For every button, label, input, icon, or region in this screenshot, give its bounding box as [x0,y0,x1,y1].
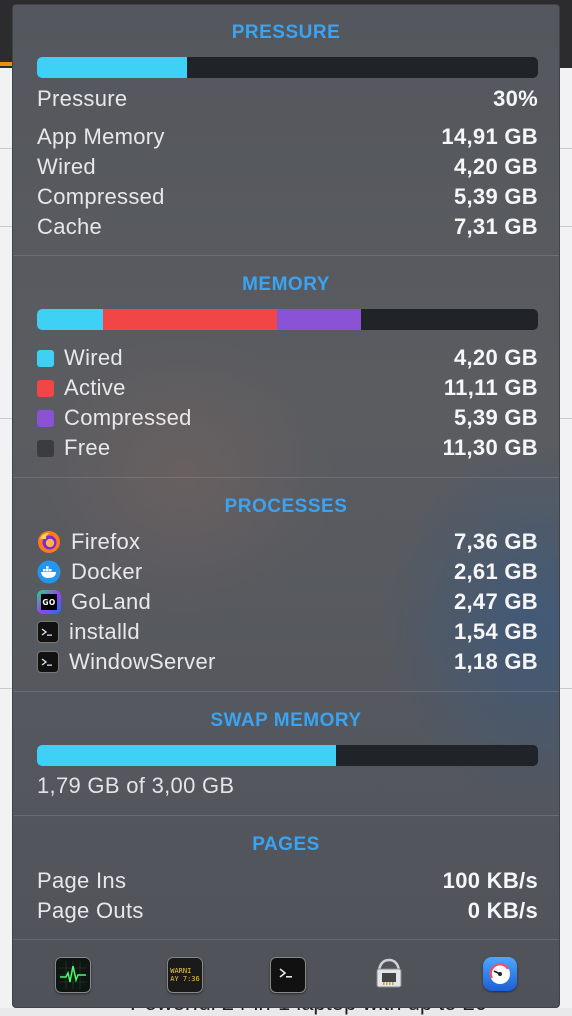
page-outs-value: 0 KB/s [467,898,538,923]
memory-active-label: Active [64,375,126,400]
terminal-icon[interactable] [270,957,306,993]
memory-free-row: Free 11,30 GB [37,433,538,463]
processes-section-title: PROCESSES [224,496,348,517]
swap-section-title: SWAP MEMORY [210,710,362,731]
memory-wired-value: 4,20 GB [453,345,538,370]
wired-value: 4,20 GB [453,154,538,179]
process-name: WindowServer [69,649,216,674]
compressed-row: Compressed 5,39 GB [37,182,538,212]
process-row[interactable]: GO GoLand 2,47 GB [37,587,538,617]
wired-row: Wired 4,20 GB [37,152,538,182]
process-memory: 2,47 GB [453,589,538,614]
swap-bar [37,745,538,766]
memory-bar-wired [37,309,103,330]
process-name: GoLand [71,589,152,614]
cache-row: Cache 7,31 GB [37,212,538,242]
page-outs-row: Page Outs 0 KB/s [37,896,538,926]
pressure-row: Pressure 30% [37,84,538,114]
docker-icon [37,560,61,584]
pressure-label: Pressure [37,86,128,111]
memory-free-value: 11,30 GB [442,435,538,460]
process-memory: 1,54 GB [453,619,538,644]
compressed-value: 5,39 GB [453,184,538,209]
process-name: Firefox [71,529,141,554]
compressed-label: Compressed [37,184,165,209]
process-row[interactable]: WindowServer 1,18 GB [37,647,538,677]
swap-usage-label: 1,79 GB of 3,00 GB [37,773,235,798]
memory-bar-free [361,309,538,330]
memory-compressed-value: 5,39 GB [453,405,538,430]
memory-bar-active [102,309,277,330]
app-memory-row: App Memory 14,91 GB [37,122,538,152]
page-ins-label: Page Ins [37,868,127,893]
console-icon[interactable]: WARNI AY 7:36 [167,957,203,993]
memory-wired-row: Wired 4,20 GB [37,343,538,373]
terminal-icon [37,621,59,643]
section-divider [13,691,559,692]
process-name: installd [69,619,140,644]
activity-monitor-icon[interactable] [55,957,91,993]
section-divider [13,815,559,816]
app-memory-value: 14,91 GB [441,124,538,149]
wired-swatch [37,349,54,367]
process-memory: 2,61 GB [453,559,538,584]
console-icon-text: WARNI AY 7:36 [170,967,200,983]
section-divider [13,255,559,256]
memory-section-title: MEMORY [242,274,330,295]
section-divider [13,477,559,478]
process-name: Docker [71,559,143,584]
istat-menus-icon[interactable] [483,957,517,991]
goland-icon: GO [37,590,61,614]
system-information-icon[interactable] [371,955,407,991]
pressure-value: 30% [493,86,538,111]
memory-bar-compressed [276,309,362,330]
memory-free-label: Free [64,435,111,460]
section-divider [13,939,559,940]
page-ins-row: Page Ins 100 KB/s [37,866,538,896]
terminal-icon [37,651,59,673]
memory-active-value: 11,11 GB [443,375,538,400]
firefox-icon [37,530,61,554]
cache-label: Cache [37,214,103,239]
wired-label: Wired [37,154,96,179]
background-app-tab-indicator [0,62,12,66]
page-outs-label: Page Outs [37,898,144,923]
pressure-section-title: PRESSURE [231,22,341,43]
app-memory-label: App Memory [37,124,165,149]
memory-bar [37,309,538,330]
pages-section-title: PAGES [252,834,320,855]
memory-wired-label: Wired [64,345,123,370]
page-ins-value: 100 KB/s [442,868,538,893]
swap-bar-fill [37,745,337,766]
free-swatch [37,439,54,457]
compressed-swatch [37,409,54,427]
pressure-bar-fill [37,57,188,78]
process-row[interactable]: Firefox 7,36 GB [37,527,538,557]
memory-compressed-label: Compressed [64,405,192,430]
process-memory: 1,18 GB [453,649,538,674]
memory-active-row: Active 11,11 GB [37,373,538,403]
memory-compressed-row: Compressed 5,39 GB [37,403,538,433]
pressure-bar [37,57,538,78]
cache-value: 7,31 GB [453,214,538,239]
process-memory: 7,36 GB [453,529,538,554]
process-row[interactable]: installd 1,54 GB [37,617,538,647]
process-row[interactable]: Docker 2,61 GB [37,557,538,587]
memory-stats-panel: PRESSURE Pressure 30% App Memory 14,91 G… [12,4,560,1008]
active-swatch [37,379,54,397]
svg-text:GO: GO [42,598,55,607]
